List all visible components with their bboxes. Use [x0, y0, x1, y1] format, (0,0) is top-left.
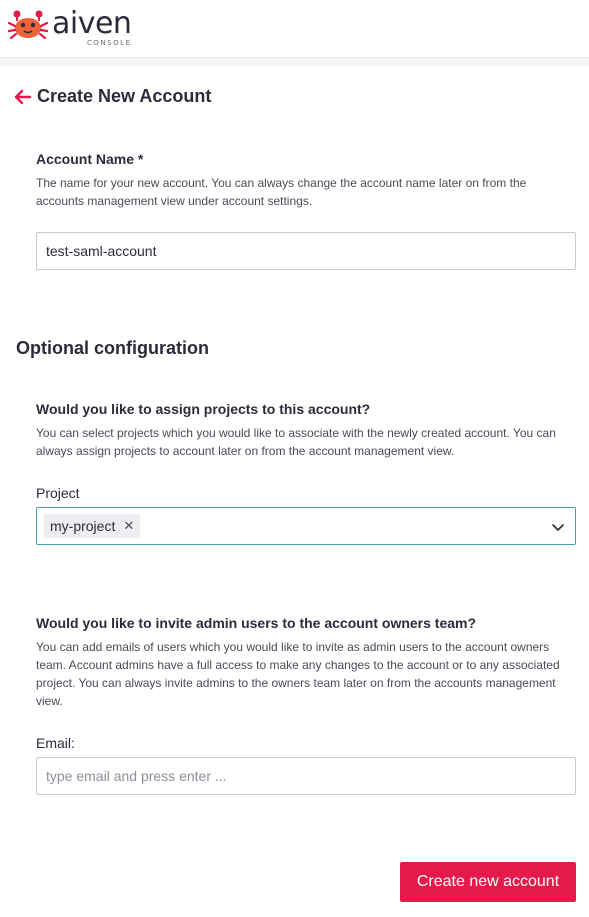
top-bar: aiven CONSOLE	[0, 0, 589, 58]
project-chip: my-project ✕	[44, 514, 141, 538]
account-name-help: The name for your new account. You can a…	[36, 176, 527, 208]
projects-help: You can select projects which you would …	[36, 426, 556, 458]
account-name-input[interactable]	[36, 232, 576, 270]
brand-name: aiven	[52, 6, 132, 41]
create-account-button[interactable]: Create new account	[400, 862, 576, 902]
close-icon[interactable]: ✕	[123, 518, 134, 534]
email-input[interactable]	[36, 757, 576, 795]
project-select[interactable]: my-project ✕	[36, 507, 576, 545]
email-field-label: Email:	[36, 735, 75, 751]
optional-config-title: Optional configuration	[16, 338, 209, 358]
brand-subtitle: CONSOLE	[87, 39, 132, 47]
admins-question: Would you like to invite admin users to …	[36, 615, 477, 631]
projects-question: Would you like to assign projects to thi…	[36, 401, 371, 417]
page-title: Create New Account	[37, 86, 212, 106]
account-name-label: Account Name *	[36, 151, 144, 167]
chevron-down-icon[interactable]	[551, 520, 565, 534]
aiven-logo[interactable]: aiven CONSOLE	[8, 6, 132, 52]
header-divider	[0, 58, 589, 66]
arrow-left-icon[interactable]	[14, 88, 32, 106]
admins-help: You can add emails of users which you wo…	[36, 640, 560, 708]
project-chip-label: my-project	[50, 518, 116, 534]
page-header: Create New Account	[14, 86, 211, 107]
project-field-label: Project	[36, 485, 80, 501]
crab-icon	[8, 10, 48, 40]
